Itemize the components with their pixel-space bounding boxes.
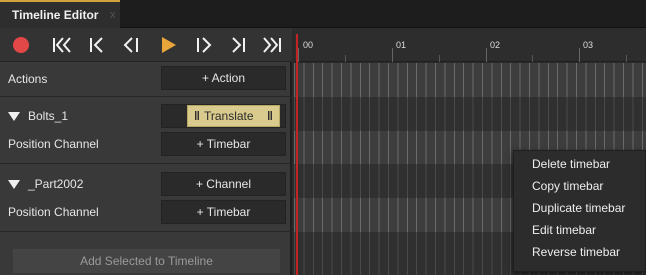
timebar-clip[interactable]: ‖ Translate ‖ bbox=[187, 105, 280, 127]
ruler-label: 00 bbox=[303, 40, 314, 50]
actions-label: Actions bbox=[8, 72, 48, 86]
play-icon bbox=[162, 37, 176, 53]
ruler-tick bbox=[579, 48, 580, 62]
group-label: Bolts_1 bbox=[28, 109, 69, 123]
expand-triangle-icon[interactable] bbox=[8, 112, 20, 121]
tab-strip: Timeline Editor x bbox=[0, 0, 646, 28]
skip-to-end-icon bbox=[263, 37, 281, 53]
ruler-tick bbox=[439, 55, 440, 62]
channel-label: Position Channel bbox=[8, 137, 99, 151]
ruler-tick bbox=[298, 48, 299, 62]
ruler-tick bbox=[626, 55, 627, 62]
record-button[interactable] bbox=[10, 34, 32, 56]
row-divider bbox=[0, 96, 292, 97]
timebar-label: Translate bbox=[203, 109, 254, 123]
add-timebar-button[interactable]: + Timebar bbox=[161, 132, 286, 156]
ruler-tick bbox=[345, 55, 346, 62]
time-ruler[interactable]: 00 01 02 03 bbox=[294, 28, 646, 62]
group-header-bolts[interactable]: Bolts_1 bbox=[8, 109, 68, 123]
previous-frame-icon bbox=[123, 37, 138, 53]
channel-label: Position Channel bbox=[8, 205, 99, 219]
tab-title: Timeline Editor bbox=[12, 8, 99, 22]
add-channel-button[interactable]: + Channel bbox=[161, 172, 286, 196]
next-frame-icon bbox=[197, 37, 212, 53]
tab-timeline-editor[interactable]: Timeline Editor x bbox=[0, 0, 120, 28]
row-divider bbox=[0, 231, 292, 232]
previous-frame-button[interactable] bbox=[121, 34, 143, 56]
step-back-icon bbox=[90, 37, 103, 53]
ruler-tick bbox=[392, 48, 393, 62]
record-icon bbox=[13, 37, 29, 53]
menu-item-duplicate-timebar[interactable]: Duplicate timebar bbox=[514, 197, 645, 219]
step-forward-button[interactable] bbox=[227, 34, 249, 56]
skip-to-end-button[interactable] bbox=[261, 34, 283, 56]
menu-item-delete-timebar[interactable]: Delete timebar bbox=[514, 153, 645, 175]
menu-item-edit-timebar[interactable]: Edit timebar bbox=[514, 219, 645, 241]
skip-to-start-button[interactable] bbox=[51, 34, 73, 56]
menu-item-reverse-timebar[interactable]: Reverse timebar bbox=[514, 241, 645, 263]
group-track[interactable] bbox=[294, 97, 646, 131]
ruler-tick bbox=[486, 48, 487, 62]
ruler-label: 03 bbox=[583, 40, 594, 50]
add-selected-to-timeline-button[interactable]: Add Selected to Timeline bbox=[12, 248, 281, 274]
skip-to-start-icon bbox=[53, 37, 71, 53]
actions-track[interactable] bbox=[294, 63, 646, 97]
track-list-panel: Actions + Action Bolts_1 + Channel Posit… bbox=[0, 28, 292, 275]
step-back-button[interactable] bbox=[86, 34, 108, 56]
play-button[interactable] bbox=[157, 34, 179, 56]
menu-item-copy-timebar[interactable]: Copy timebar bbox=[514, 175, 645, 197]
add-action-button[interactable]: + Action bbox=[161, 66, 286, 90]
expand-triangle-icon[interactable] bbox=[8, 180, 20, 189]
transport-bar bbox=[0, 28, 292, 62]
row-divider bbox=[0, 163, 292, 164]
timebar-right-handle[interactable]: ‖ bbox=[267, 106, 273, 126]
timebar-context-menu: Delete timebar Copy timebar Duplicate ti… bbox=[513, 150, 646, 272]
step-forward-icon bbox=[232, 37, 245, 53]
tab-close-icon[interactable]: x bbox=[110, 9, 116, 21]
group-header-part2002[interactable]: _Part2002 bbox=[8, 177, 83, 191]
timebar-left-handle[interactable]: ‖ bbox=[194, 109, 200, 123]
ruler-tick bbox=[532, 55, 533, 62]
add-timebar-button[interactable]: + Timebar bbox=[161, 200, 286, 224]
playhead[interactable] bbox=[296, 34, 298, 275]
ruler-label: 02 bbox=[490, 40, 501, 50]
group-label: _Part2002 bbox=[28, 177, 84, 191]
ruler-label: 01 bbox=[396, 40, 407, 50]
next-frame-button[interactable] bbox=[192, 34, 214, 56]
